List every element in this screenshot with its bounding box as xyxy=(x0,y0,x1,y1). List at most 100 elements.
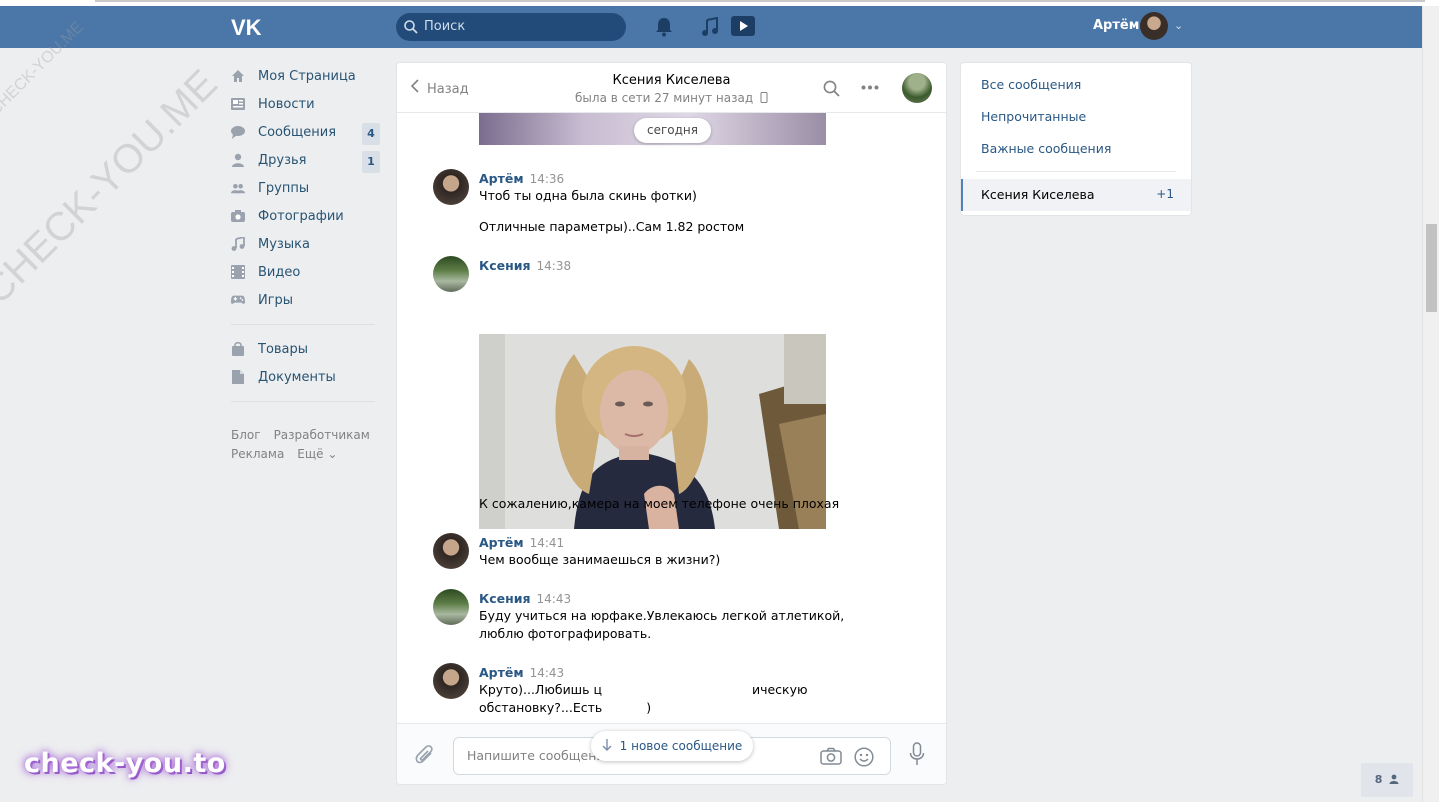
sidebar-item-messages[interactable]: Сообщения 4 xyxy=(231,118,381,146)
more-icon[interactable] xyxy=(861,85,879,90)
avatar[interactable] xyxy=(433,256,469,292)
chevron-down-icon[interactable]: ⌄ xyxy=(1174,19,1183,32)
bell-icon[interactable] xyxy=(655,17,673,37)
message-text-start: обстановку?...Есть xyxy=(479,700,607,715)
message-time: 14:43 xyxy=(536,592,572,606)
count-badge: 4 xyxy=(362,123,380,145)
chat-panel: Назад Ксения Киселева была в сети 27 мин… xyxy=(396,62,947,785)
message-author[interactable]: Артём 14:43 xyxy=(479,665,564,680)
messages-icon xyxy=(231,125,245,139)
message-author[interactable]: Ксения 14:38 xyxy=(479,258,571,273)
message-time: 14:36 xyxy=(529,172,565,186)
sidebar-item-games[interactable]: Игры xyxy=(231,286,381,314)
sidebar-item-label: Товары xyxy=(258,341,309,357)
online-status-text: была в сети 27 минут назад xyxy=(575,91,754,105)
sidebar-item-my-page[interactable]: Моя Страница xyxy=(231,62,381,90)
author-name[interactable]: Артём xyxy=(479,665,524,680)
watermark-text: CHECK-YOU.ME xyxy=(0,61,226,313)
sidebar-item-label: Новости xyxy=(258,96,315,112)
message-list[interactable]: сегодня Артём 14:36 Чтоб ты одна была ски… xyxy=(397,113,946,761)
left-sidebar: Моя Страница Новости Сообщения 4 Друзья … xyxy=(231,62,381,412)
music-icon xyxy=(231,237,245,251)
author-name[interactable]: Ксения xyxy=(479,258,531,273)
avatar[interactable] xyxy=(433,169,469,205)
search-icon xyxy=(404,20,418,34)
sidebar-item-label: Музыка xyxy=(258,236,310,252)
footer-link-developers[interactable]: Разработчикам xyxy=(274,428,370,442)
search-icon[interactable] xyxy=(823,80,840,97)
sidebar-item-label: Сообщения xyxy=(258,124,337,140)
message-text-end: ическую xyxy=(751,682,808,697)
sidebar-item-label: Документы xyxy=(258,369,336,385)
avatar[interactable] xyxy=(433,533,469,569)
message-text: Отличные параметры)..Сам 1.82 ростом xyxy=(479,219,745,234)
paperclip-icon[interactable] xyxy=(415,744,435,766)
footer-link-blog[interactable]: Блог xyxy=(231,428,261,442)
search-input[interactable]: Поиск xyxy=(396,13,626,41)
author-name[interactable]: Ксения xyxy=(479,591,531,606)
message-text: Чтоб ты одна была скинь фотки) xyxy=(479,188,697,203)
message-text-line-1: Круто)...Любишь ц ическую xyxy=(479,681,879,699)
conversation-name: Ксения Киселева xyxy=(981,187,1095,202)
message-author[interactable]: Артём 14:41 xyxy=(479,535,564,550)
document-icon xyxy=(231,370,245,384)
new-messages-button[interactable]: 1 новое сообщение xyxy=(591,731,753,761)
vk-logo-icon[interactable]: VK xyxy=(231,15,265,43)
filter-all-messages[interactable]: Все сообщения xyxy=(981,77,1081,92)
sidebar-item-news[interactable]: Новости xyxy=(231,90,381,118)
avatar[interactable] xyxy=(902,73,932,103)
sidebar-item-goods[interactable]: Товары xyxy=(231,335,381,363)
sidebar-item-groups[interactable]: Группы xyxy=(231,174,381,202)
sidebar-item-label: Видео xyxy=(258,264,301,280)
footer-link-ads[interactable]: Реклама xyxy=(231,447,284,461)
arrow-down-icon xyxy=(602,739,612,751)
sidebar-item-label: Фотографии xyxy=(258,208,344,224)
header-user-name[interactable]: Артём xyxy=(1093,18,1139,33)
message-author[interactable]: Ксения 14:43 xyxy=(479,591,571,606)
filter-important[interactable]: Важные сообщения xyxy=(981,141,1111,156)
video-icon xyxy=(231,265,245,279)
author-name[interactable]: Артём xyxy=(479,171,524,186)
sidebar-item-label: Группы xyxy=(258,180,310,196)
smile-icon[interactable] xyxy=(854,747,874,767)
video-icon[interactable] xyxy=(731,16,755,36)
scrollbar-thumb[interactable] xyxy=(1426,224,1437,312)
page-scrollbar[interactable] xyxy=(1422,6,1439,802)
filter-unread[interactable]: Непрочитанные xyxy=(981,109,1086,124)
sidebar-item-music[interactable]: Музыка xyxy=(231,230,381,258)
chat-header: Назад Ксения Киселева была в сети 27 мин… xyxy=(397,63,946,113)
active-conversation-item[interactable]: Ксения Киселева +1 xyxy=(961,179,1191,211)
footer-link-more[interactable]: Ещё ⌄ xyxy=(297,447,337,461)
microphone-icon[interactable] xyxy=(909,742,925,766)
sidebar-item-photos[interactable]: Фотографии xyxy=(231,202,381,230)
avatar[interactable] xyxy=(433,589,469,625)
messages-filter-panel: Все сообщения Непрочитанные Важные сообщ… xyxy=(960,62,1192,216)
camera-icon xyxy=(231,209,245,223)
avatar[interactable] xyxy=(433,663,469,699)
avatar[interactable] xyxy=(1140,12,1168,40)
message-text: Чем вообще занимаешься в жизни?) xyxy=(479,552,721,567)
new-messages-label: 1 новое сообщение xyxy=(619,739,743,753)
divider xyxy=(231,324,375,325)
camera-icon[interactable] xyxy=(820,747,842,765)
count-badge: 1 xyxy=(362,151,380,173)
sidebar-item-friends[interactable]: Друзья 1 xyxy=(231,146,381,174)
search-placeholder: Поиск xyxy=(424,19,466,34)
chat-status: была в сети 27 минут назад xyxy=(397,91,946,105)
sidebar-item-documents[interactable]: Документы xyxy=(231,363,381,391)
divider xyxy=(231,401,375,402)
online-friends-widget[interactable]: 8 xyxy=(1361,763,1413,797)
divider xyxy=(976,171,1176,172)
groups-icon xyxy=(231,181,245,195)
user-icon xyxy=(1389,774,1399,784)
sidebar-item-video[interactable]: Видео xyxy=(231,258,381,286)
author-name[interactable]: Артём xyxy=(479,535,524,550)
news-icon xyxy=(231,97,245,111)
divider xyxy=(95,0,1425,2)
message-author[interactable]: Артём 14:36 xyxy=(479,171,564,186)
sidebar-item-label: Моя Страница xyxy=(258,68,356,84)
sidebar-item-label: Друзья xyxy=(258,152,307,168)
music-icon[interactable] xyxy=(701,17,719,37)
date-divider: сегодня xyxy=(634,118,711,143)
unread-count: +1 xyxy=(1156,187,1174,201)
